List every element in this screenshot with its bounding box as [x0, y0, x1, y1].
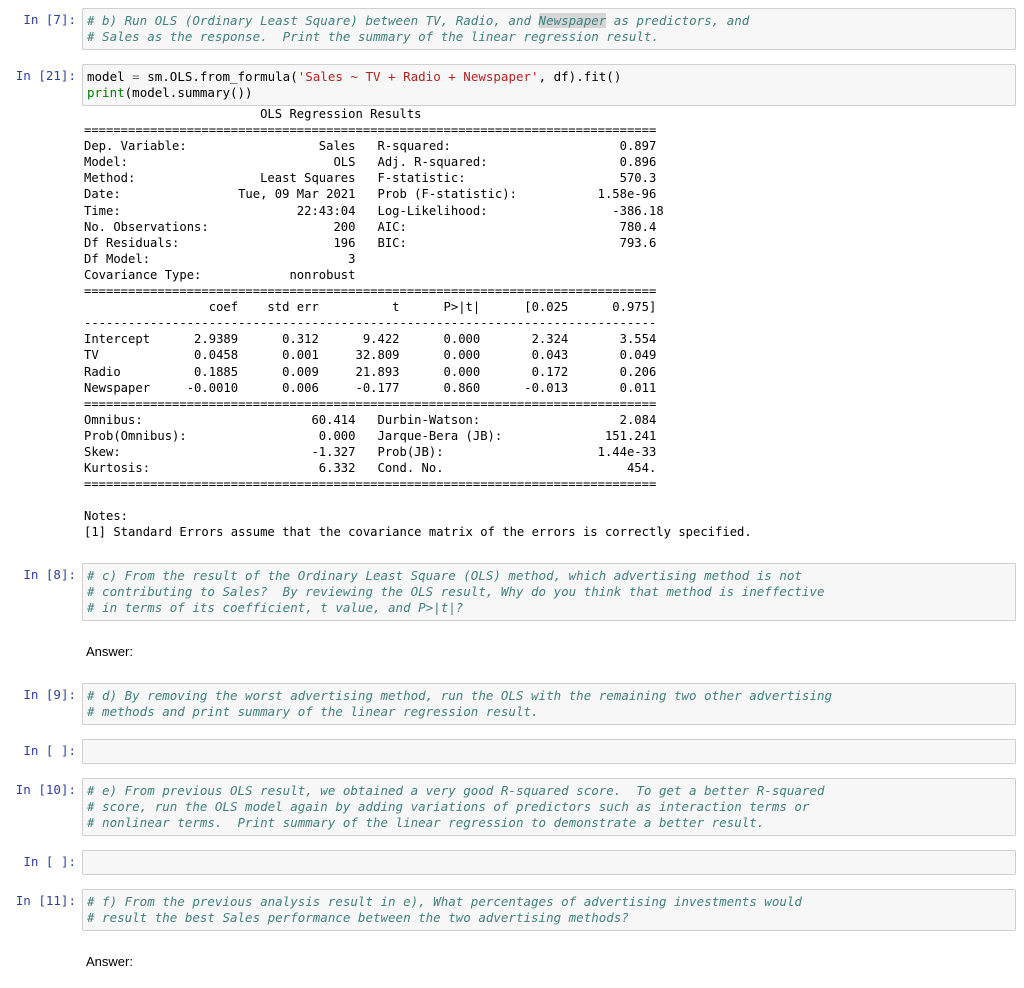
code-token-print: print: [87, 85, 125, 100]
code-editor-f[interactable]: # f) From the previous analysis result i…: [82, 888, 1016, 931]
comment-line-e-2: # score, run the OLS model again by addi…: [87, 798, 810, 814]
cell-prompt-in-21: In [21]:: [15, 68, 76, 83]
answer-label-1: Answer:: [86, 643, 133, 659]
ols-summary-text: ========================================…: [84, 123, 752, 540]
comment-line-c-3: # in terms of its coefficient, t value, …: [87, 599, 464, 615]
notebook-cell-empty-1[interactable]: In [ ]:: [0, 738, 1024, 764]
notebook-cell-f[interactable]: In [11]: # f) From the previous analysis…: [0, 888, 1024, 931]
code-text-d: # d) By removing the worst advertising m…: [87, 688, 1011, 720]
comment-line-c-2: # contributing to Sales? By reviewing th…: [87, 583, 825, 599]
cell-prompt-in-8: In [8]:: [23, 566, 76, 582]
output-area-ols: OLS Regression Results =================…: [0, 106, 1024, 541]
cell-prompt-in-7: In [7]:: [23, 12, 76, 27]
comment-line-e-1: # e) From previous OLS result, we obtain…: [87, 782, 825, 798]
ols-summary-title: OLS Regression Results: [84, 107, 627, 121]
cell-prompt-empty-1: In [ ]:: [23, 742, 76, 758]
notebook-container: In [7]: # b) Run OLS (Ordinary Least Squ…: [0, 0, 1024, 971]
code-text-ols: model = sm.OLS.from_formula('Sales ~ TV …: [87, 69, 1011, 101]
cell-prompt-in-10: In [10]:: [15, 781, 76, 797]
notebook-cell-e[interactable]: In [10]: # e) From previous OLS result, …: [0, 777, 1024, 836]
code-editor-d[interactable]: # d) By removing the worst advertising m…: [82, 682, 1016, 725]
code-editor-b[interactable]: # b) Run OLS (Ordinary Least Square) bet…: [82, 8, 1016, 50]
code-text-f: # f) From the previous analysis result i…: [87, 894, 1011, 926]
comment-line-c-1: # c) From the result of the Ordinary Lea…: [87, 567, 802, 583]
notebook-cell-c[interactable]: In [8]: # c) From the result of the Ordi…: [0, 562, 1024, 621]
output-stream-body: OLS Regression Results =================…: [82, 106, 1024, 541]
cell-prompt-empty-2: In [ ]:: [23, 853, 76, 869]
cell-prompt-in-11: In [11]:: [15, 892, 76, 908]
code-token-model: model: [87, 69, 133, 84]
code-editor-e[interactable]: # e) From previous OLS result, we obtain…: [82, 777, 1016, 836]
code-text-e: # e) From previous OLS result, we obtain…: [87, 783, 1011, 831]
comment-line-b-2: # Sales as the response. Print the summa…: [87, 29, 659, 44]
code-token-formula-string: 'Sales ~ TV + Radio + Newspaper': [297, 69, 539, 84]
comment-line-b-1: # b) Run OLS (Ordinary Least Square) bet…: [87, 13, 539, 28]
comment-line-f-1: # f) From the previous analysis result i…: [87, 893, 802, 909]
code-token-assign: =: [132, 69, 140, 84]
comment-line-b-1-tail: as predictors, and: [606, 13, 750, 28]
comment-line-d-2: # methods and print summary of the linea…: [87, 703, 539, 719]
comment-line-f-2: # result the best Sales performance betw…: [87, 909, 629, 925]
cell-prompt-in-9: In [9]:: [23, 686, 76, 702]
comment-line-e-3: # nonlinear terms. Print summary of the …: [87, 814, 765, 830]
comment-line-d-1: # d) By removing the worst advertising m…: [87, 687, 833, 703]
code-token-summary: (model.summary()): [124, 85, 253, 100]
code-editor-empty-1[interactable]: [82, 738, 1016, 764]
markdown-cell-answer-1[interactable]: Answer:: [0, 643, 1024, 661]
code-editor-c[interactable]: # c) From the result of the Ordinary Lea…: [82, 562, 1016, 621]
highlighted-word-newspaper: Newspaper: [538, 13, 607, 28]
notebook-cell-ols[interactable]: In [21]: model = sm.OLS.from_formula('Sa…: [0, 64, 1024, 106]
code-text-b: # b) Run OLS (Ordinary Least Square) bet…: [87, 13, 1011, 45]
notebook-cell-b[interactable]: In [7]: # b) Run OLS (Ordinary Least Squ…: [0, 8, 1024, 50]
markdown-cell-answer-2[interactable]: Answer:: [0, 953, 1024, 971]
code-token-call: sm.OLS.from_formula(: [139, 69, 298, 84]
answer-label-2: Answer:: [86, 953, 133, 969]
code-text-c: # c) From the result of the Ordinary Lea…: [87, 568, 1011, 616]
notebook-cell-d[interactable]: In [9]: # d) By removing the worst adver…: [0, 682, 1024, 725]
code-editor-ols[interactable]: model = sm.OLS.from_formula('Sales ~ TV …: [82, 64, 1016, 106]
code-editor-empty-2[interactable]: [82, 849, 1016, 875]
code-token-fit: , df).fit(): [538, 69, 622, 84]
notebook-cell-empty-2[interactable]: In [ ]:: [0, 849, 1024, 875]
